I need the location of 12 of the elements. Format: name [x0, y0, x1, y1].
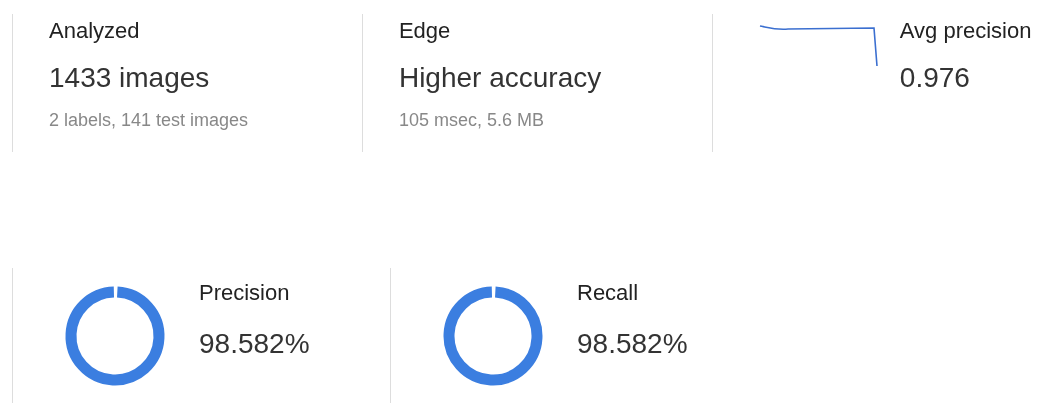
- meter-label: Precision: [199, 280, 291, 306]
- stat-label: Edge: [398, 17, 452, 44]
- stat-label: Analyzed: [49, 17, 141, 44]
- stat-detail: 2 labels, 141 test images: [49, 110, 249, 131]
- stat-value: Higher accuracy: [398, 62, 602, 94]
- meter-value: 98.582%: [577, 328, 688, 360]
- meter-label: Recall: [577, 280, 640, 306]
- stat-label: Avg precision: [899, 17, 1032, 44]
- meter-value: 98.582%: [199, 328, 310, 360]
- stat-value: 0.976: [899, 62, 971, 94]
- stat-detail: 105 msec, 5.6 MB: [398, 110, 545, 131]
- stat-value: 1433 images: [49, 62, 211, 94]
